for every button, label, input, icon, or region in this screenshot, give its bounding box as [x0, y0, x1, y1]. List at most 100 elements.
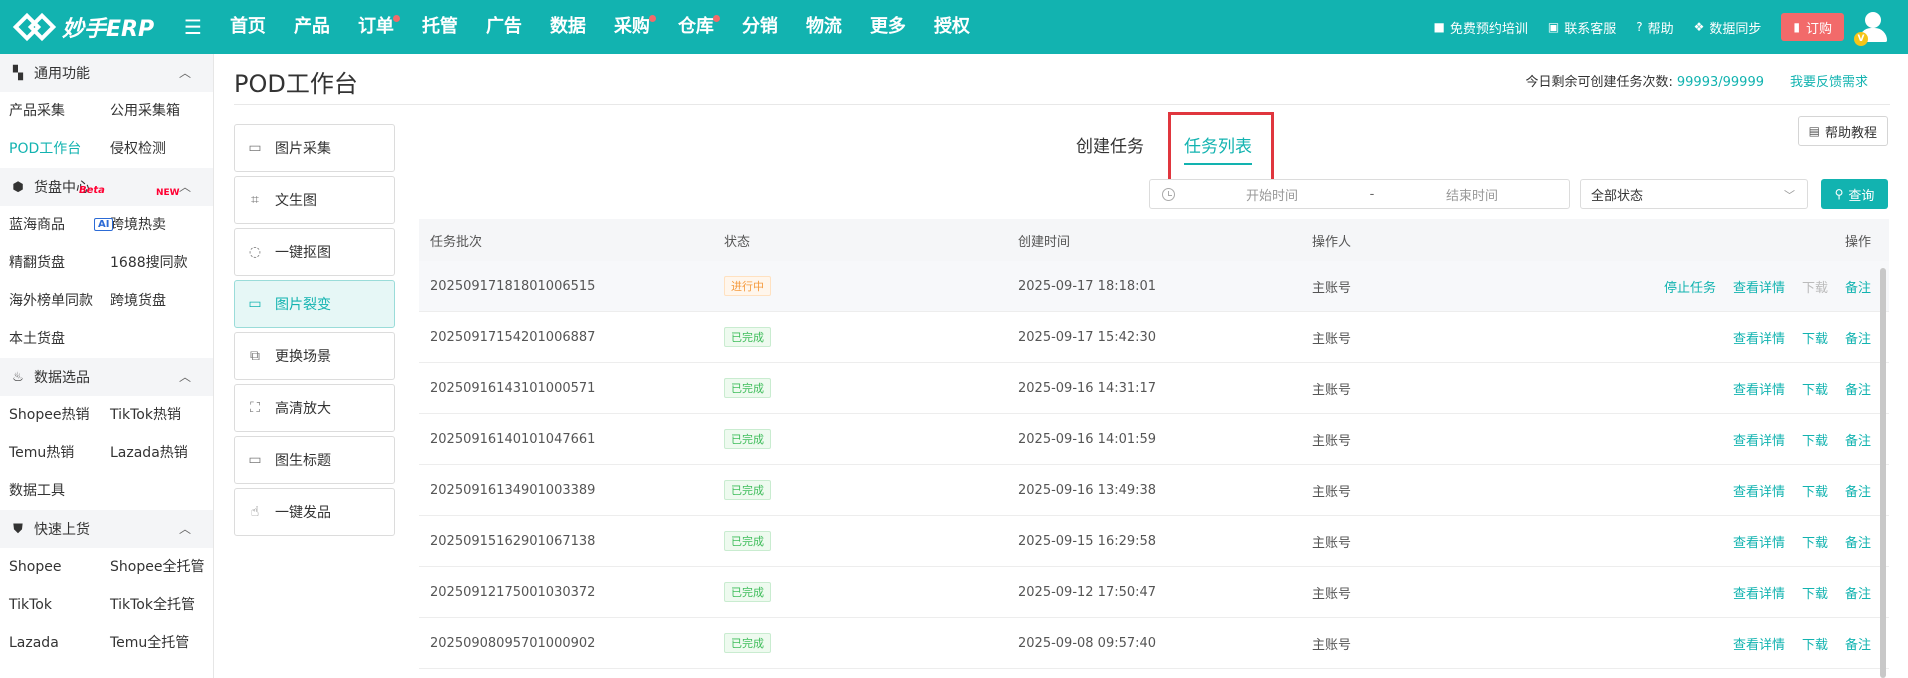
view-detail-link[interactable]: 查看详情	[1733, 379, 1785, 398]
sidebar-item-product-collect[interactable]: 产品采集	[0, 92, 101, 130]
nav-orders[interactable]: 订单	[344, 0, 408, 54]
sidebar-item-1688-search[interactable]: 1688搜同款	[101, 244, 213, 282]
sidebar-item-cross-border-hot[interactable]: 跨境热卖	[101, 206, 213, 244]
view-detail-link[interactable]: 查看详情	[1733, 634, 1785, 653]
service-link[interactable]: ▣ 联系客服	[1548, 18, 1616, 37]
note-link[interactable]: 备注	[1845, 583, 1871, 602]
nav-hosting[interactable]: 托管	[408, 0, 472, 54]
cell-created: 2025-09-16 14:01:59	[1018, 431, 1157, 447]
note-link[interactable]: 备注	[1845, 634, 1871, 653]
tool-change-scene[interactable]: ⧉ 更换场景	[234, 332, 395, 380]
nav-more[interactable]: 更多	[856, 0, 920, 54]
chevron-up-icon[interactable]: ︿	[179, 520, 191, 537]
tool-image-title[interactable]: ▭ 图生标题	[234, 436, 395, 484]
view-detail-link[interactable]: 查看详情	[1733, 328, 1785, 347]
nav-authorize[interactable]: 授权	[920, 0, 984, 54]
sidebar-item-lazada-hot[interactable]: Lazada热销	[101, 434, 213, 472]
tool-text-to-image[interactable]: ⌗ 文生图	[234, 176, 395, 224]
sidebar-item-lazada[interactable]: Lazada	[0, 624, 101, 662]
tool-image-collect[interactable]: ▭ 图片采集	[234, 124, 395, 172]
sidebar-section-data-selection[interactable]: ♨ 数据选品 ︿	[0, 358, 213, 396]
sidebar-section-quick-listing[interactable]: ⛊ 快速上货 ︿	[0, 510, 213, 548]
table-scrollbar[interactable]	[1880, 268, 1886, 678]
note-link[interactable]: 备注	[1845, 277, 1871, 296]
view-detail-link[interactable]: 查看详情	[1733, 532, 1785, 551]
sidebar-item-data-tools[interactable]: 数据工具	[0, 472, 101, 510]
download-link[interactable]: 下载	[1802, 328, 1828, 347]
tool-upscale[interactable]: ⛶ 高清放大	[234, 384, 395, 432]
sidebar-item-pod-workbench[interactable]: POD工作台	[0, 130, 101, 168]
help-tutorial-button[interactable]: ▤ 帮助教程	[1797, 116, 1888, 146]
stop-task-link[interactable]: 停止任务	[1664, 277, 1716, 296]
sidebar-item-overseas-rank[interactable]: 海外榜单同款	[0, 282, 101, 320]
note-link[interactable]: 备注	[1845, 328, 1871, 347]
menu-toggle-icon[interactable]: ☰	[184, 15, 202, 39]
note-link[interactable]: 备注	[1845, 532, 1871, 551]
nav-distribution[interactable]: 分销	[728, 0, 792, 54]
sidebar-item-shopee-full-hosting[interactable]: Shopee全托管	[101, 548, 213, 586]
cell-operator: 主账号	[1312, 331, 1352, 347]
sync-link[interactable]: ❖ 数据同步	[1694, 18, 1762, 37]
nav-products[interactable]: 产品	[280, 0, 344, 54]
nav-warehouse[interactable]: 仓库	[664, 0, 728, 54]
logo[interactable]: 妙手ERP	[0, 11, 176, 43]
download-link[interactable]: 下载	[1802, 634, 1828, 653]
view-detail-link[interactable]: 查看详情	[1733, 430, 1785, 449]
sidebar-item-shopee[interactable]: Shopee	[0, 548, 101, 586]
nav-ads[interactable]: 广告	[472, 0, 536, 54]
table-header: 任务批次 状态 创建时间 操作人 操作	[419, 219, 1889, 261]
nav-home[interactable]: 首页	[216, 0, 280, 54]
note-link[interactable]: 备注	[1845, 430, 1871, 449]
chevron-up-icon[interactable]: ︿	[179, 368, 191, 385]
sidebar-section-general[interactable]: ▚ 通用功能 ︿	[0, 54, 213, 92]
view-detail-link[interactable]: 查看详情	[1733, 481, 1785, 500]
cell-batch: 20250916143101000571	[430, 380, 596, 396]
sidebar-item-tiktok-full-hosting[interactable]: TikTok全托管	[101, 586, 213, 624]
sidebar-item-tiktok-hot[interactable]: TikTok热销	[101, 396, 213, 434]
status-badge: 已完成	[724, 429, 771, 449]
view-detail-link[interactable]: 查看详情	[1733, 277, 1785, 296]
avatar[interactable]: V	[1854, 10, 1890, 46]
view-detail-link[interactable]: 查看详情	[1733, 583, 1785, 602]
tool-cutout[interactable]: ◌ 一键抠图	[234, 228, 395, 276]
sidebar-item-temu-hot[interactable]: Temu热销	[0, 434, 101, 472]
order-button[interactable]: ▮ 订购	[1781, 13, 1844, 41]
help-link[interactable]: ? 帮助	[1636, 18, 1673, 37]
note-link[interactable]: 备注	[1845, 481, 1871, 500]
cell-operator: 主账号	[1312, 433, 1352, 449]
sidebar-item-blue-ocean[interactable]: 蓝海商品	[0, 206, 101, 244]
training-link[interactable]: ■ 免费预约培训	[1433, 18, 1527, 37]
tool-publish[interactable]: ☝ 一键发品	[234, 488, 395, 536]
end-time-input[interactable]: 结束时间	[1397, 185, 1547, 204]
download-link[interactable]: 下载	[1802, 430, 1828, 449]
sidebar-item-local-supply[interactable]: 本土货盘	[0, 320, 101, 358]
sidebar-item-infringement-check[interactable]: 侵权检测	[101, 130, 213, 168]
main-nav: 首页 产品 订单 托管 广告 数据 采购 仓库 分销 物流 更多 授权	[216, 0, 984, 54]
download-link[interactable]: 下载	[1802, 532, 1828, 551]
tab-create-task[interactable]: 创建任务	[1076, 132, 1144, 165]
chevron-up-icon[interactable]: ︿	[179, 178, 191, 195]
sidebar-item-shopee-hot[interactable]: Shopee热销	[0, 396, 101, 434]
sidebar-item-cross-border-supply[interactable]: 跨境货盘	[101, 282, 213, 320]
date-range-picker[interactable]: 开始时间 - 结束时间	[1149, 179, 1570, 209]
nav-logistics[interactable]: 物流	[792, 0, 856, 54]
sidebar: ▚ 通用功能 ︿ 产品采集 公用采集箱 POD工作台 侵权检测 ⬢ 货盘中心 ︿…	[0, 54, 214, 678]
sidebar-section-supply[interactable]: ⬢ 货盘中心 ︿	[0, 168, 213, 206]
chevron-up-icon[interactable]: ︿	[179, 64, 191, 81]
start-time-input[interactable]: 开始时间	[1197, 185, 1347, 204]
note-link[interactable]: 备注	[1845, 379, 1871, 398]
download-link[interactable]: 下载	[1802, 481, 1828, 500]
sidebar-item-refined-supply[interactable]: 精翻货盘	[0, 244, 101, 282]
nav-purchase[interactable]: 采购	[600, 0, 664, 54]
download-link[interactable]: 下载	[1802, 379, 1828, 398]
query-button[interactable]: ⚲ 查询	[1821, 179, 1888, 209]
sidebar-item-temu-full-hosting[interactable]: Temu全托管	[101, 624, 213, 662]
tool-image-split[interactable]: ▭ 图片裂变	[234, 280, 395, 328]
status-select[interactable]: 全部状态 ﹀	[1580, 179, 1808, 209]
feedback-link[interactable]: 我要反馈需求	[1790, 75, 1868, 90]
sidebar-item-public-collect-box[interactable]: 公用采集箱	[101, 92, 213, 130]
sidebar-item-tiktok[interactable]: TikTok	[0, 586, 101, 624]
download-link[interactable]: 下载	[1802, 583, 1828, 602]
table-row: 20250915162901067138 已完成 2025-09-15 16:2…	[419, 516, 1889, 567]
nav-data[interactable]: 数据	[536, 0, 600, 54]
